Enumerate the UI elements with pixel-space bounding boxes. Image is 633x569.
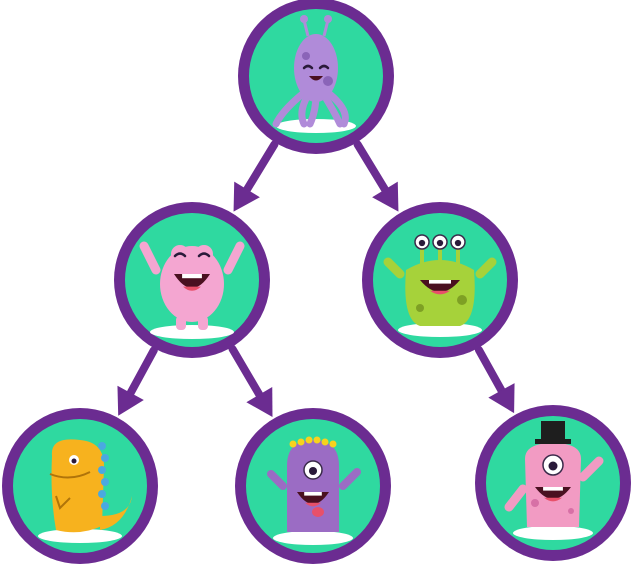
edge-arrow: [233, 140, 279, 212]
node-left: [114, 202, 270, 358]
node-left-right: [235, 408, 391, 564]
node-right-right: [475, 405, 631, 561]
edge-arrow: [117, 346, 158, 416]
node-root: [238, 0, 394, 154]
node-right: [362, 202, 518, 358]
edge-arrow: [474, 345, 515, 414]
edge-arrow: [353, 140, 399, 212]
diagram-canvas: [2, 0, 631, 564]
nodes-layer: [2, 0, 631, 564]
edge-arrow: [228, 344, 273, 418]
tree-diagram: [0, 0, 633, 569]
node-left-left: [2, 408, 158, 564]
